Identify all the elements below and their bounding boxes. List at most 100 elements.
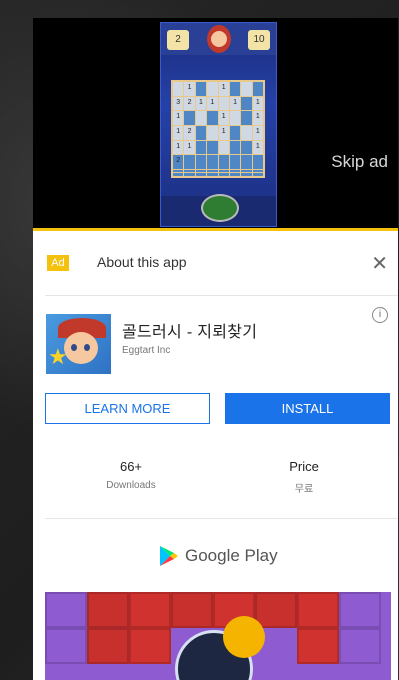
game-board-cell bbox=[184, 155, 195, 169]
game-board-cell: 1 bbox=[252, 125, 263, 140]
game-board-cell bbox=[252, 169, 263, 173]
downloads-stat: 66+ Downloads bbox=[71, 459, 191, 491]
game-board-cell bbox=[207, 82, 218, 96]
game-board-cell: 2 bbox=[184, 125, 195, 140]
about-this-app-label: About this app bbox=[97, 254, 187, 270]
game-board-cell: 2 bbox=[173, 155, 184, 169]
game-board-cell bbox=[229, 111, 241, 125]
banner-tile bbox=[297, 628, 339, 664]
sun-graphic bbox=[223, 616, 265, 658]
game-board-cell bbox=[195, 82, 207, 96]
price-stat: Price 무료 bbox=[244, 459, 364, 495]
divider bbox=[45, 518, 398, 519]
game-board-cell bbox=[252, 82, 263, 96]
ad-video[interactable]: 2 10 1132111111112111112 Skip ad bbox=[33, 18, 398, 228]
banner-tile bbox=[87, 628, 129, 664]
game-board-cell: 1 bbox=[218, 82, 229, 96]
game-board-cell bbox=[229, 125, 241, 140]
app-title[interactable]: 골드러시 - 지뢰찾기 bbox=[122, 318, 257, 342]
game-counter-right: 10 bbox=[248, 30, 270, 50]
game-board-cell bbox=[229, 169, 241, 173]
banner-tile bbox=[45, 628, 87, 664]
star-icon: ★ bbox=[48, 344, 68, 369]
ad-badge: Ad bbox=[47, 255, 69, 271]
game-board-cell bbox=[241, 140, 252, 155]
app-icon-face bbox=[64, 332, 98, 364]
game-preview: 2 10 1132111111112111112 bbox=[160, 22, 277, 227]
game-board-cell: 1 bbox=[252, 140, 263, 155]
game-board-cell: 1 bbox=[252, 111, 263, 125]
game-board-cell: 1 bbox=[218, 111, 229, 125]
downloads-value: 66+ bbox=[119, 459, 143, 474]
game-board-cell bbox=[218, 169, 229, 173]
game-footer bbox=[161, 194, 276, 226]
game-board: 1132111111112111112 bbox=[171, 80, 265, 178]
game-board-cell bbox=[218, 173, 229, 176]
game-board-cell: 1 bbox=[229, 96, 241, 111]
game-board-cell: 2 bbox=[184, 96, 195, 111]
game-board-cell bbox=[184, 169, 195, 173]
game-board-cell bbox=[195, 125, 207, 140]
game-board-cell bbox=[207, 169, 218, 173]
game-board-cell bbox=[241, 173, 252, 176]
game-board-cell bbox=[173, 82, 184, 96]
game-board-cell bbox=[252, 155, 263, 169]
price-label: Price bbox=[289, 459, 319, 474]
game-board-cell: 1 bbox=[173, 140, 184, 155]
game-board-cell bbox=[207, 140, 218, 155]
app-icon-eye bbox=[84, 344, 90, 351]
game-board-cell bbox=[173, 169, 184, 173]
game-board-cell bbox=[195, 173, 207, 176]
divider bbox=[45, 295, 398, 296]
downloads-label: Downloads bbox=[106, 480, 156, 491]
game-board-cell: 1 bbox=[184, 82, 195, 96]
game-character-face bbox=[211, 31, 227, 47]
game-board-cell bbox=[218, 155, 229, 169]
store-name: Google Play bbox=[185, 546, 278, 565]
game-board-cell: 1 bbox=[218, 125, 229, 140]
banner-tile bbox=[171, 592, 213, 628]
banner-tile bbox=[339, 592, 381, 628]
game-board-cell bbox=[207, 155, 218, 169]
game-board-cell: 1 bbox=[184, 140, 195, 155]
app-banner-image[interactable] bbox=[45, 592, 391, 680]
game-board-cell: 1 bbox=[173, 111, 184, 125]
game-board-cell bbox=[229, 82, 241, 96]
game-board-cell bbox=[207, 173, 218, 176]
ad-frame: 2 10 1132111111112111112 Skip ad Ad Abou… bbox=[33, 18, 398, 680]
banner-tile bbox=[45, 592, 87, 628]
game-board-cell bbox=[207, 111, 218, 125]
game-board-cell bbox=[195, 111, 207, 125]
developer-name: Eggtart Inc bbox=[122, 345, 171, 356]
banner-tile bbox=[339, 628, 381, 664]
game-board-cell bbox=[184, 173, 195, 176]
game-board-cell: 1 bbox=[207, 96, 218, 111]
ad-header: Ad About this app ✕ bbox=[33, 231, 398, 295]
game-board-cell bbox=[241, 82, 252, 96]
install-button[interactable]: INSTALL bbox=[225, 393, 390, 424]
game-board-cell bbox=[195, 140, 207, 155]
learn-more-button[interactable]: LEARN MORE bbox=[45, 393, 210, 424]
info-icon[interactable]: i bbox=[372, 307, 388, 323]
game-board-cell bbox=[218, 96, 229, 111]
game-board-cell: 1 bbox=[195, 96, 207, 111]
app-icon[interactable]: ★ bbox=[46, 314, 111, 374]
game-counter-left: 2 bbox=[167, 30, 189, 50]
game-board-cell: 3 bbox=[173, 96, 184, 111]
banner-tile bbox=[297, 592, 339, 628]
game-board-cell bbox=[218, 140, 229, 155]
game-board-cell bbox=[184, 111, 195, 125]
game-board-cell bbox=[229, 173, 241, 176]
game-board-cell bbox=[241, 125, 252, 140]
banner-tile bbox=[255, 592, 297, 628]
game-board-cell bbox=[241, 169, 252, 173]
game-board-cell bbox=[195, 155, 207, 169]
close-icon[interactable]: ✕ bbox=[371, 251, 388, 276]
game-board-cell: 1 bbox=[173, 125, 184, 140]
banner-tile bbox=[129, 628, 171, 664]
game-board-cell bbox=[207, 125, 218, 140]
skip-ad-button[interactable]: Skip ad bbox=[331, 152, 388, 172]
google-play-logo: Google Play bbox=[159, 545, 278, 567]
banner-tile bbox=[129, 592, 171, 628]
game-board-cell bbox=[229, 140, 241, 155]
